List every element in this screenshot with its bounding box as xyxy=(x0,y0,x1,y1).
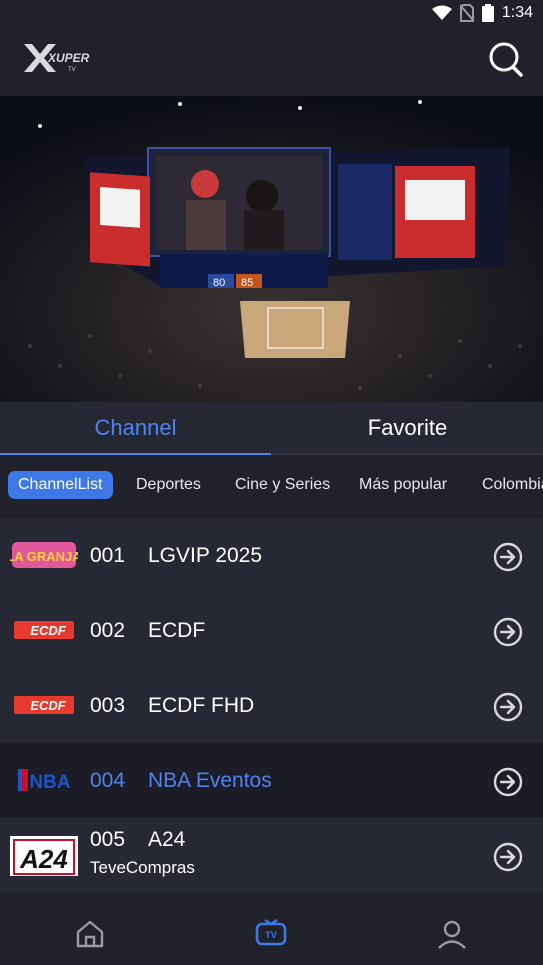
channel-row[interactable]: NBA 004 NBA Eventos xyxy=(0,743,543,818)
hero-banner[interactable]: 80 85 xyxy=(0,96,543,402)
svg-text:ECDF: ECDF xyxy=(30,698,66,713)
channel-number: 003 xyxy=(90,694,126,717)
channel-logo-nba: NBA xyxy=(18,769,71,793)
tab-channel[interactable]: Channel xyxy=(0,402,271,455)
category-chips: ChannelList Deportes Cine y Series Más p… xyxy=(0,456,543,512)
tab-bar: Channel Favorite xyxy=(0,402,543,455)
chip-mas-popular[interactable]: Más popular xyxy=(359,471,447,499)
channel-name: ECDF FHD xyxy=(148,694,255,717)
no-sim-icon xyxy=(459,4,474,22)
svg-text:TV: TV xyxy=(68,67,76,73)
bottom-nav: TV xyxy=(0,905,543,965)
svg-text:TV: TV xyxy=(265,930,277,940)
chip-channellist[interactable]: ChannelList xyxy=(8,471,113,499)
chip-cine-y-series[interactable]: Cine y Series xyxy=(235,471,330,499)
channel-name: NBA Eventos xyxy=(148,769,272,792)
battery-icon xyxy=(481,4,494,22)
wifi-icon xyxy=(431,5,452,20)
chip-deportes[interactable]: Deportes xyxy=(136,471,201,499)
channel-logo-ecdf: ECDF xyxy=(14,621,74,639)
channel-logo-la-granja: LA GRANJA xyxy=(10,542,78,568)
channel-name: A24 xyxy=(148,828,186,851)
channel-row[interactable]: A24 005 A24 TeveCompras xyxy=(0,818,543,893)
channel-number: 002 xyxy=(90,619,126,642)
chevron-right-circle-icon[interactable] xyxy=(493,542,523,572)
channel-logo-a24: A24 xyxy=(10,836,78,876)
channel-name: ECDF xyxy=(148,619,206,642)
channel-row[interactable]: ECDF 003 ECDF FHD xyxy=(0,668,543,743)
chevron-right-circle-icon[interactable] xyxy=(493,842,523,872)
home-icon[interactable] xyxy=(73,917,107,951)
app-bar: XUPER TV xyxy=(0,28,543,96)
channel-number: 005 xyxy=(90,828,126,851)
tv-icon[interactable]: TV xyxy=(254,917,288,951)
tab-favorite[interactable]: Favorite xyxy=(272,402,543,454)
channel-logo-ecdf: ECDF xyxy=(14,696,74,714)
svg-text:ECDF: ECDF xyxy=(30,623,66,638)
channel-name: LGVIP 2025 xyxy=(148,544,263,567)
svg-text:85: 85 xyxy=(241,277,253,289)
status-bar: 1:34 xyxy=(0,0,543,28)
chevron-right-circle-icon[interactable] xyxy=(493,692,523,722)
channel-number: 001 xyxy=(90,544,126,567)
chip-colombia[interactable]: Colombia xyxy=(482,471,543,499)
arena-image: 80 85 xyxy=(0,96,543,402)
channel-row[interactable]: ECDF 002 ECDF xyxy=(0,593,543,668)
svg-text:A24: A24 xyxy=(19,844,68,874)
chevron-right-circle-icon[interactable] xyxy=(493,767,523,797)
channel-program: TeveCompras xyxy=(90,858,195,877)
status-time: 1:34 xyxy=(501,4,533,21)
svg-text:LA GRANJA: LA GRANJA xyxy=(10,549,78,564)
chevron-right-circle-icon[interactable] xyxy=(493,617,523,647)
search-icon[interactable] xyxy=(487,40,525,78)
xuper-tv-logo: XUPER TV xyxy=(24,44,90,73)
channel-number: 004 xyxy=(90,769,126,792)
svg-text:80: 80 xyxy=(213,277,225,289)
svg-text:XUPER: XUPER xyxy=(47,51,90,65)
channel-row[interactable]: LA GRANJA 001 LGVIP 2025 xyxy=(0,518,543,593)
profile-icon[interactable] xyxy=(435,917,469,951)
svg-text:NBA: NBA xyxy=(29,772,70,793)
